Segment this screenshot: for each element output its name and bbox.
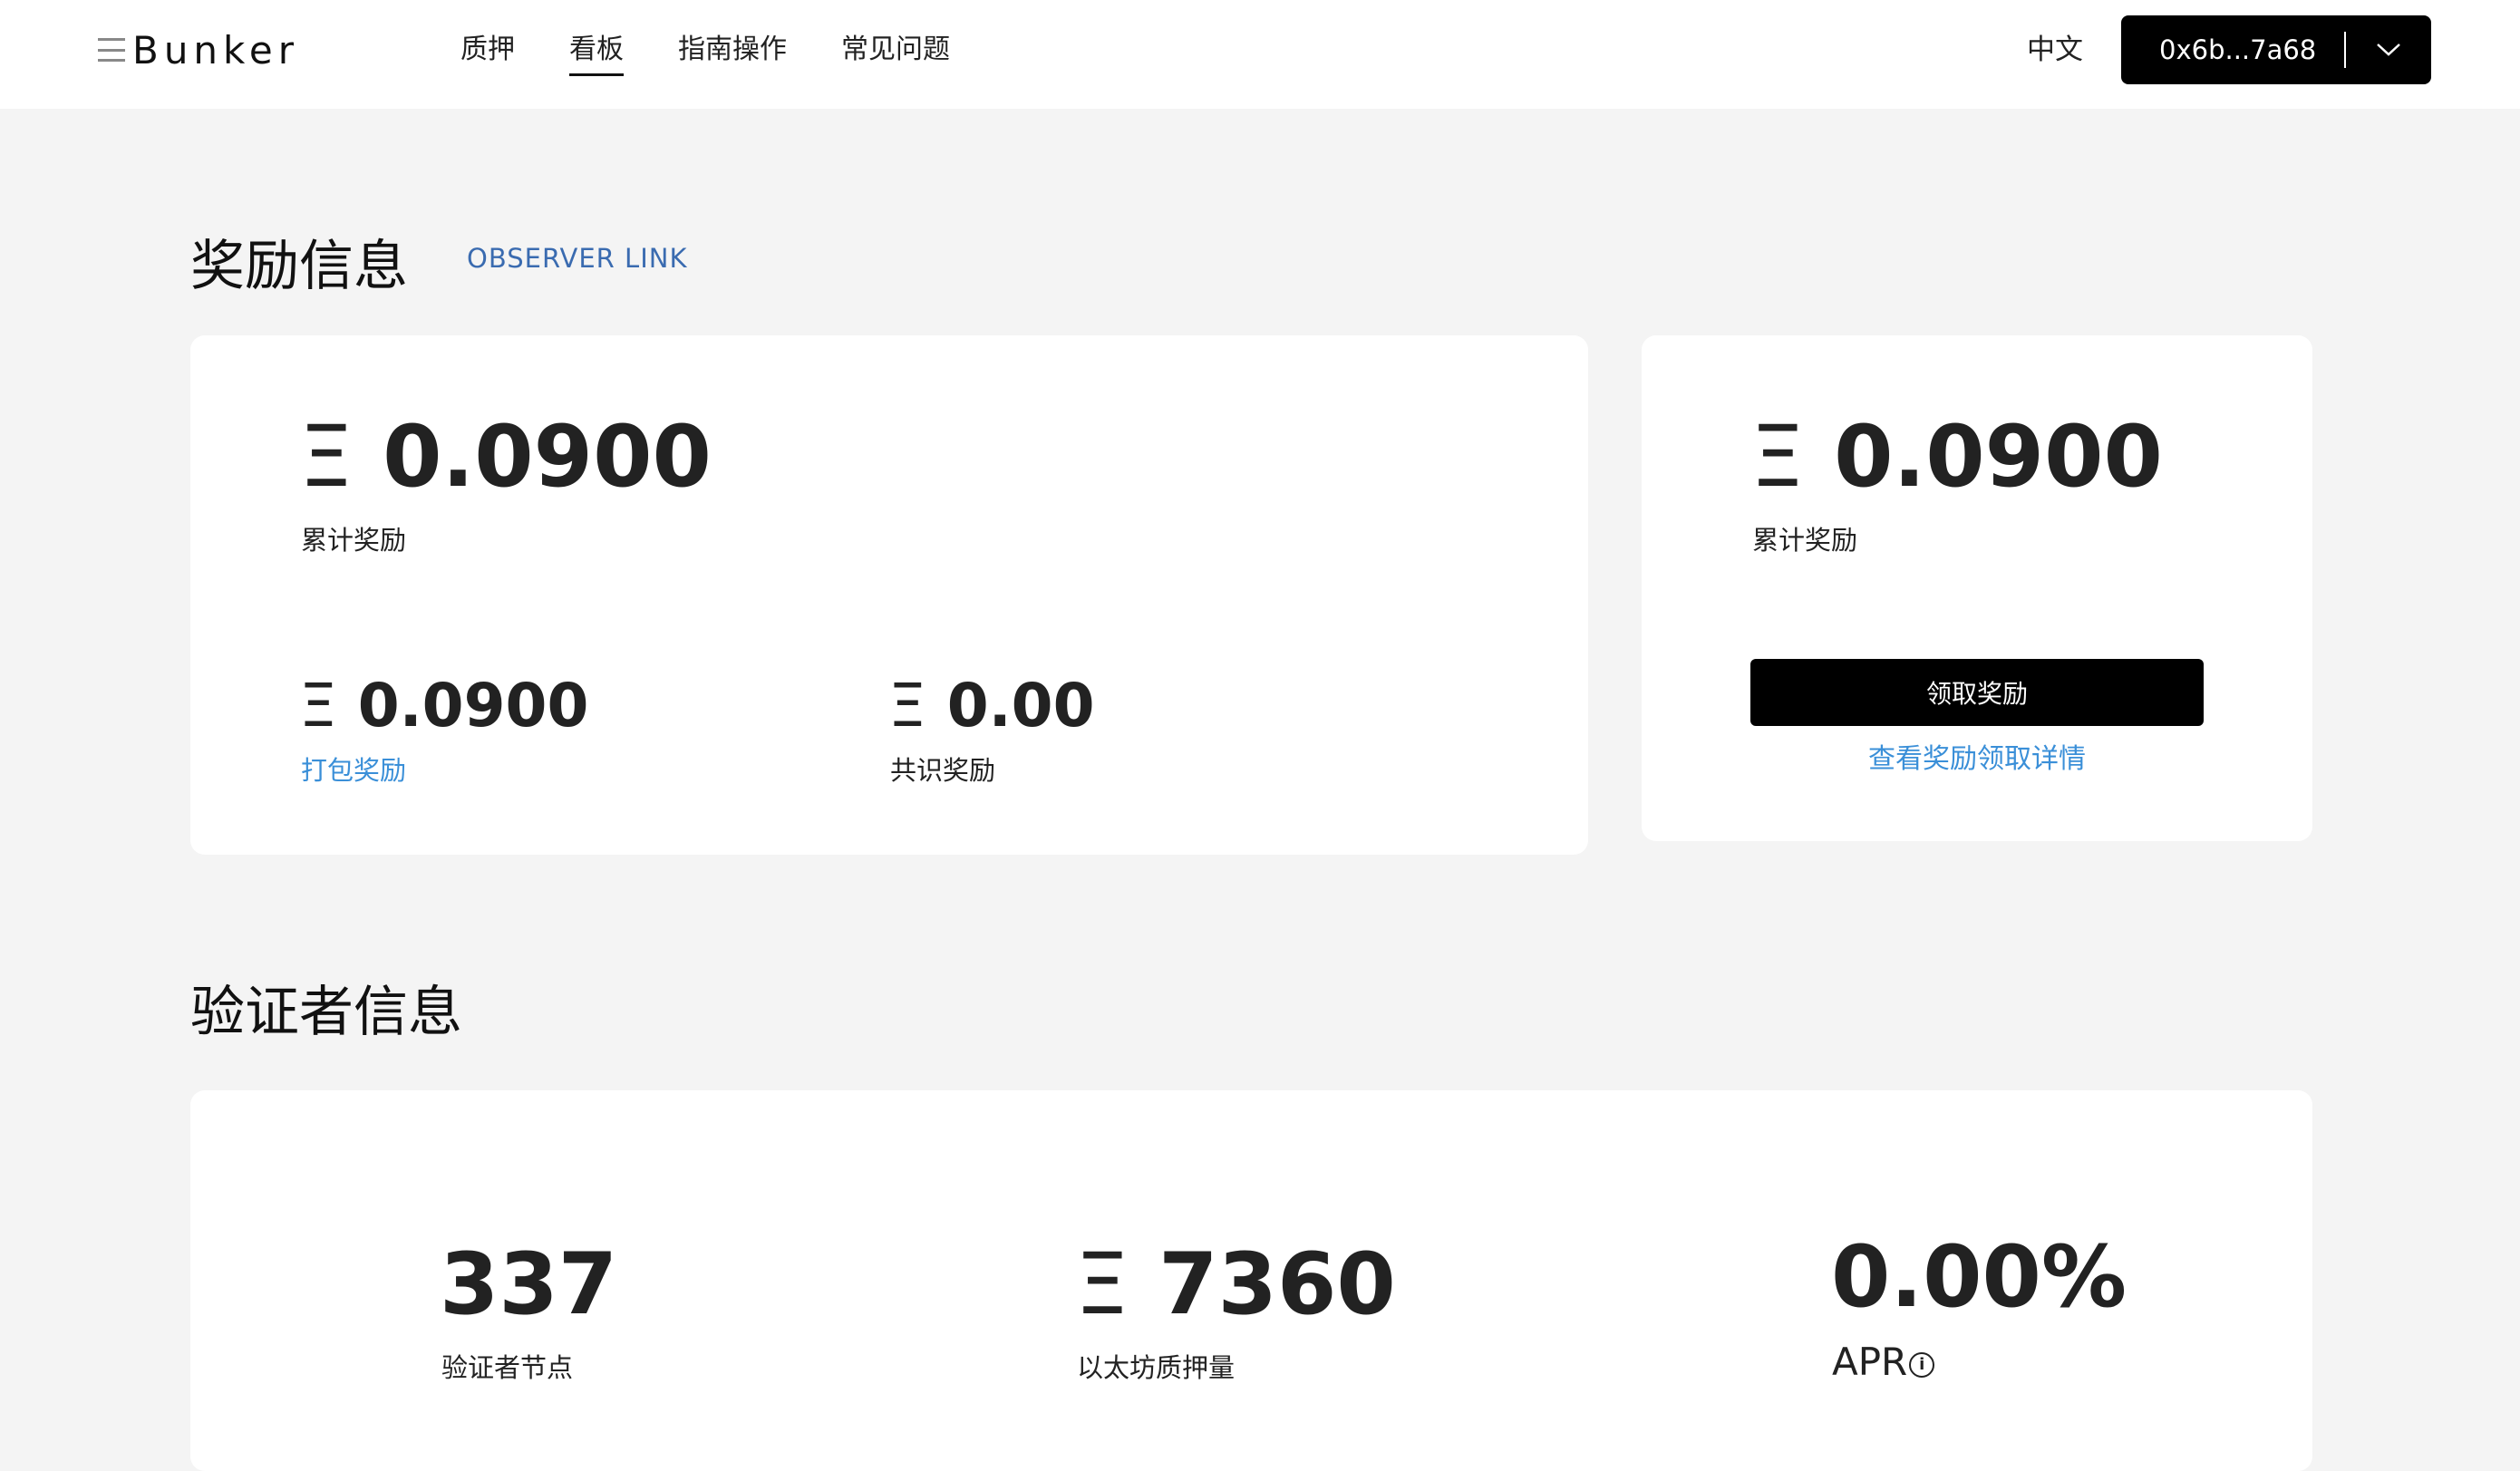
eth-symbol: Ξ xyxy=(888,671,926,740)
nav-item-dashboard[interactable]: 看板 xyxy=(569,27,624,76)
total-rewards-value: Ξ 0.0900 xyxy=(299,408,712,507)
claimable-rewards-label: 累计奖励 xyxy=(1752,525,1858,556)
logo-text: Bunker xyxy=(132,27,299,73)
validators-section-title: 验证者信息 xyxy=(190,981,462,1044)
apr-label: APR i xyxy=(1832,1340,1935,1384)
packaging-rewards-link[interactable]: 打包奖励 xyxy=(301,750,406,788)
view-claim-details-link[interactable]: 查看奖励领取详情 xyxy=(1750,736,2204,776)
validators-card: 337 验证者节点 Ξ 7360 以太坊质押量 0.00% APR i xyxy=(190,1090,2312,1471)
eth-symbol: Ξ xyxy=(299,671,337,740)
eth-staked-value: Ξ 7360 xyxy=(1075,1235,1396,1334)
eth-symbol: Ξ xyxy=(1075,1235,1129,1334)
validator-nodes-value: 337 xyxy=(440,1235,618,1334)
wallet-button[interactable]: 0x6b...7a68 xyxy=(2121,15,2431,84)
apr-label-text: APR xyxy=(1832,1340,1908,1384)
packaging-rewards-amount: 0.0900 xyxy=(357,671,589,740)
nav-item-guide[interactable]: 指南操作 xyxy=(678,27,787,73)
total-rewards-amount: 0.0900 xyxy=(383,408,712,507)
nav-item-stake[interactable]: 质押 xyxy=(460,27,515,73)
eth-staked-label: 以太坊质押量 xyxy=(1077,1352,1236,1383)
claimable-rewards-value: Ξ 0.0900 xyxy=(1750,408,2163,507)
menu-lines-icon xyxy=(98,38,125,62)
wallet-address: 0x6b...7a68 xyxy=(2159,34,2317,65)
claimable-rewards-amount: 0.0900 xyxy=(1834,408,2163,507)
apr-value: 0.00% xyxy=(1831,1228,2127,1327)
packaging-rewards-value: Ξ 0.0900 xyxy=(299,671,588,740)
bunker-logo[interactable]: Bunker xyxy=(98,27,299,73)
top-navigation-bar: Bunker 质押 看板 指南操作 常见问题 中文 0x6b...7a68 xyxy=(0,0,2520,109)
chevron-down-icon[interactable] xyxy=(2346,43,2431,57)
language-switch[interactable]: 中文 xyxy=(2027,27,2083,73)
main-nav: 质押 看板 指南操作 常见问题 xyxy=(460,27,1004,76)
rewards-summary-card: Ξ 0.0900 累计奖励 Ξ 0.0900 打包奖励 Ξ 0.00 共识奖励 xyxy=(190,335,1588,855)
nav-item-faq[interactable]: 常见问题 xyxy=(841,27,950,73)
rewards-section-title: 奖励信息 xyxy=(190,235,408,298)
eth-staked-amount: 7360 xyxy=(1158,1235,1396,1334)
consensus-rewards-label: 共识奖励 xyxy=(890,755,996,786)
claim-rewards-button[interactable]: 领取奖励 xyxy=(1750,659,2204,726)
eth-symbol: Ξ xyxy=(1750,408,1805,507)
total-rewards-label: 累计奖励 xyxy=(301,525,407,556)
info-icon[interactable]: i xyxy=(1909,1351,1935,1378)
eth-symbol: Ξ xyxy=(299,408,354,507)
observer-link[interactable]: OBSERVER LINK xyxy=(467,243,687,274)
validator-nodes-label: 验证者节点 xyxy=(441,1352,574,1383)
consensus-rewards-value: Ξ 0.00 xyxy=(888,671,1095,740)
consensus-rewards-amount: 0.00 xyxy=(946,671,1095,740)
